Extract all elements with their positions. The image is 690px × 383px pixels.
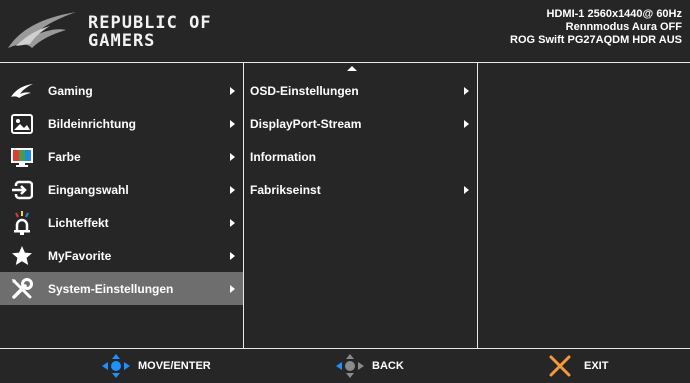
back-label: BACK [372, 360, 404, 372]
main-menu: Gaming Bildeinrichtung Farbe Eingangswah… [0, 63, 243, 348]
brand-line-1: REPUBLIC OF [88, 13, 212, 33]
submenu-item-osd-einstellungen[interactable]: OSD-Einstellungen [244, 74, 477, 107]
status-line-3: ROG Swift PG27AQDM HDR AUS [510, 34, 682, 46]
submenu-item-information[interactable]: Information [244, 140, 477, 173]
menu-item-label: Gaming [48, 83, 93, 98]
menu-item-label: Bildeinrichtung [48, 116, 136, 131]
footer-bar: MOVE/ENTER BACK EXIT [0, 348, 690, 383]
menu-item-label: MyFavorite [48, 248, 112, 263]
menu-item-label: Farbe [48, 149, 81, 164]
status-line-1: HDMI-1 2560x1440@ 60Hz [546, 8, 682, 20]
rog-logo-icon [8, 12, 76, 48]
submenu-arrow-icon [230, 152, 235, 161]
menu-item-farbe[interactable]: Farbe [0, 140, 243, 173]
submenu-item-label: Information [250, 149, 316, 164]
exit-button[interactable]: EXIT [548, 349, 608, 383]
menu-item-gaming[interactable]: Gaming [0, 74, 243, 107]
brand-line-2: GAMERS [88, 31, 156, 51]
wrench-screwdriver-icon [10, 277, 34, 301]
input-icon [10, 178, 34, 202]
submenu-arrow-icon [230, 185, 235, 194]
back-button[interactable]: BACK [334, 349, 404, 383]
navigation-joystick-icon [102, 354, 130, 378]
submenu-arrow-icon [464, 86, 469, 95]
star-icon [10, 244, 34, 268]
submenu-item-label: Fabrikseinst [250, 182, 321, 197]
brand-text: REPUBLIC OF GAMERS [88, 14, 212, 50]
header: REPUBLIC OF GAMERS HDMI-1 2560x1440@ 60H… [0, 0, 690, 63]
submenu-arrow-icon [230, 284, 235, 293]
move-enter-button[interactable]: MOVE/ENTER [100, 349, 211, 383]
submenu-arrow-icon [230, 218, 235, 227]
light-effect-icon [10, 210, 34, 235]
exit-label: EXIT [584, 360, 609, 372]
navigation-back-icon [336, 354, 364, 378]
sub-menu: OSD-Einstellungen DisplayPort-Stream Inf… [244, 63, 477, 348]
submenu-item-displayport-stream[interactable]: DisplayPort-Stream [244, 107, 477, 140]
submenu-item-fabrikseinst[interactable]: Fabrikseinst [244, 173, 477, 206]
submenu-item-label: OSD-Einstellungen [250, 83, 359, 98]
submenu-arrow-icon [230, 251, 235, 260]
detail-panel [478, 63, 690, 348]
submenu-item-label: DisplayPort-Stream [250, 116, 362, 131]
menu-item-myfavorite[interactable]: MyFavorite [0, 239, 243, 272]
move-enter-label: MOVE/ENTER [138, 360, 211, 372]
osd-window: REPUBLIC OF GAMERS HDMI-1 2560x1440@ 60H… [0, 0, 690, 383]
menu-item-bildeinrichtung[interactable]: Bildeinrichtung [0, 107, 243, 140]
picture-icon [10, 112, 34, 136]
color-monitor-icon [10, 145, 34, 169]
scroll-up-icon[interactable] [347, 66, 357, 71]
menu-item-lichteffekt[interactable]: Lichteffekt [0, 206, 243, 239]
status-info: HDMI-1 2560x1440@ 60Hz Rennmodus Aura OF… [510, 8, 682, 47]
submenu-arrow-icon [464, 119, 469, 128]
submenu-arrow-icon [464, 185, 469, 194]
menu-item-system-einstellungen[interactable]: System-Einstellungen [0, 272, 243, 305]
menu-item-label: Eingangswahl [48, 182, 129, 197]
menu-item-eingangswahl[interactable]: Eingangswahl [0, 173, 243, 206]
status-line-2: Rennmodus Aura OFF [565, 21, 682, 33]
submenu-arrow-icon [230, 119, 235, 128]
rog-eye-icon [10, 79, 34, 103]
close-icon [549, 355, 571, 377]
menu-item-label: System-Einstellungen [48, 281, 174, 296]
submenu-arrow-icon [230, 86, 235, 95]
menu-item-label: Lichteffekt [48, 215, 109, 230]
